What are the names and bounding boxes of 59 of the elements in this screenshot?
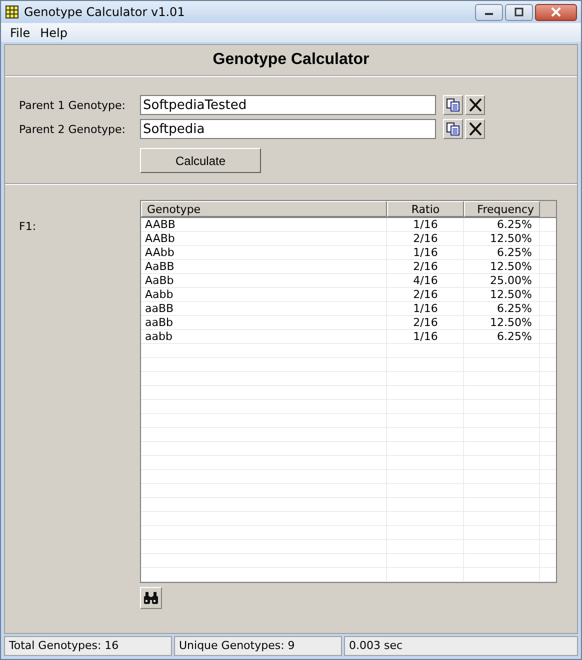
copy-icon — [446, 122, 460, 136]
table-cell-text: 6.25% — [496, 302, 533, 316]
table-cell-text: 6.25% — [496, 246, 533, 260]
table-cell-text: Aabb — [144, 288, 174, 302]
status-text: Total Genotypes: 16 — [4, 636, 172, 656]
table-cell-text: 1/16 — [412, 246, 439, 260]
paste-button[interactable] — [443, 119, 463, 139]
table-cell-text: 2/16 — [412, 316, 439, 330]
search-button[interactable] — [140, 587, 162, 609]
close-icon — [468, 98, 482, 112]
table-cell-text: 25.00% — [489, 274, 533, 288]
table-cell-text: AAbb — [144, 246, 176, 260]
paste-button[interactable] — [443, 95, 463, 115]
table-cell-text: 6.25% — [496, 330, 533, 344]
window-title: Genotype Calculator v1.01 — [24, 5, 186, 19]
table-cell-text: 12.50% — [489, 316, 533, 330]
table-cell-text: 4/16 — [412, 274, 439, 288]
table-cell-text: AABB — [144, 218, 176, 232]
app-heading: Genotype Calculator — [212, 51, 370, 69]
table-cell-text: 1/16 — [412, 330, 439, 344]
binoculars-icon — [143, 591, 159, 605]
table-cell-text: 2/16 — [412, 260, 439, 274]
table-cell-text: aaBB — [144, 302, 175, 316]
menu-item[interactable]: File — [5, 26, 36, 40]
column-header[interactable]: Frequency — [464, 201, 540, 217]
genotype-field[interactable]: Softpedia — [140, 119, 436, 139]
column-header[interactable]: Genotype — [141, 201, 387, 217]
table-cell-text: aaBb — [144, 316, 174, 330]
table-cell-text: 12.50% — [489, 232, 533, 246]
table-cell-text: AABb — [144, 232, 176, 246]
table-cell-text: 1/16 — [412, 218, 439, 232]
table-cell-text: AaBb — [144, 274, 175, 288]
clear-button[interactable] — [465, 119, 485, 139]
close-icon — [468, 122, 482, 136]
table-cell-text: 12.50% — [489, 288, 533, 302]
minimize-button[interactable] — [475, 4, 503, 20]
table-cell-text: aabb — [144, 330, 174, 344]
field-label: Parent 2 Genotype: — [19, 122, 126, 136]
grid-icon — [5, 5, 19, 19]
column-header[interactable]: Ratio — [387, 201, 464, 217]
table-cell-text: 2/16 — [412, 288, 439, 302]
status-text: Unique Genotypes: 9 — [174, 636, 342, 656]
table-cell-text: 2/16 — [412, 232, 439, 246]
genotype-field[interactable]: SoftpediaTested — [140, 95, 436, 115]
maximize-icon — [513, 7, 525, 17]
calculate-button[interactable]: Calculate — [140, 148, 261, 173]
copy-icon — [446, 98, 460, 112]
table-cell-text: 1/16 — [412, 302, 439, 316]
maximize-button[interactable] — [505, 4, 533, 20]
result-label: F1: — [19, 219, 38, 235]
close-icon — [550, 7, 562, 17]
close-button[interactable] — [535, 4, 577, 20]
table-cell-text: 12.50% — [489, 260, 533, 274]
status-text: 0.003 sec — [344, 636, 578, 656]
clear-button[interactable] — [465, 95, 485, 115]
table-cell-text: AaBB — [144, 260, 176, 274]
field-label: Parent 1 Genotype: — [19, 98, 126, 112]
menu-item[interactable]: Help — [35, 26, 72, 40]
table-cell-text: 6.25% — [496, 218, 533, 232]
